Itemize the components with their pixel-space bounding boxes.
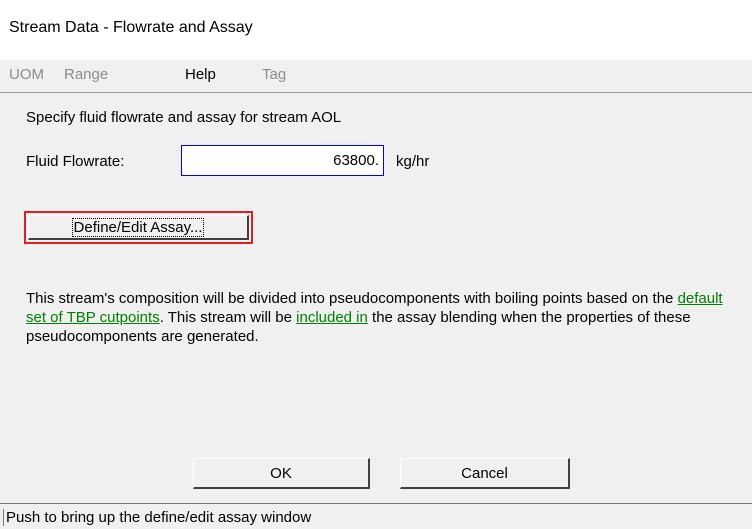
dialog-body: Specify fluid flowrate and assay for str… — [0, 93, 752, 498]
menu-uom[interactable]: UOM — [9, 66, 44, 83]
description-part2: . This stream will be — [159, 309, 297, 326]
flowrate-input[interactable] — [181, 145, 384, 176]
ok-button[interactable]: OK — [193, 458, 370, 489]
menu-tag[interactable]: Tag — [262, 66, 286, 83]
window-title: Stream Data - Flowrate and Assay — [9, 19, 253, 36]
title-bar: Stream Data - Flowrate and Assay — [0, 0, 752, 60]
included-in-link[interactable]: included in — [296, 309, 368, 326]
cancel-button[interactable]: Cancel — [400, 458, 570, 489]
define-edit-assay-button[interactable]: Define/Edit Assay... — [28, 215, 249, 240]
description-part1: This stream's composition will be divide… — [26, 290, 678, 307]
define-edit-assay-label: Define/Edit Assay... — [71, 217, 205, 237]
menu-bar: UOM Range Help Tag — [0, 60, 752, 93]
status-bar: Push to bring up the define/edit assay w… — [0, 503, 752, 529]
menu-help[interactable]: Help — [185, 66, 216, 83]
status-text: Push to bring up the define/edit assay w… — [3, 509, 311, 526]
define-button-highlight: Define/Edit Assay... — [24, 211, 253, 244]
flowrate-label: Fluid Flowrate: — [26, 153, 125, 170]
composition-description: This stream's composition will be divide… — [26, 289, 726, 346]
flowrate-unit: kg/hr — [396, 153, 430, 170]
dialog-window: Stream Data - Flowrate and Assay UOM Ran… — [0, 0, 752, 529]
menu-range[interactable]: Range — [64, 66, 108, 83]
instruction-text: Specify fluid flowrate and assay for str… — [26, 109, 342, 126]
